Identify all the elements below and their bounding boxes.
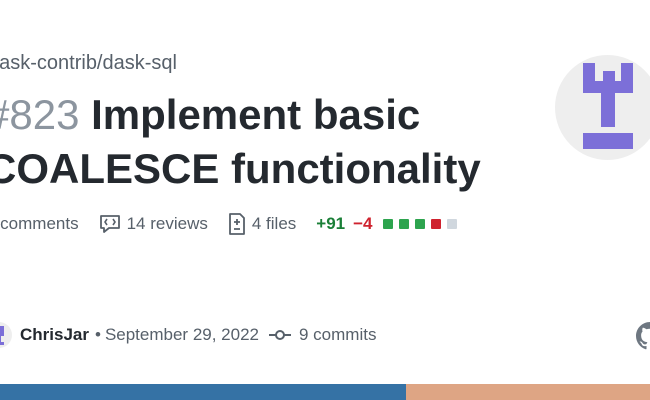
pr-title-line-1: #823 Implement basic [0,88,526,142]
deletions-count: −4 [353,214,373,233]
reviews-count: 14 reviews [126,214,208,233]
commits-count[interactable]: 9 commits [299,325,376,345]
language-segment [406,384,650,400]
language-bar [0,384,650,400]
separator: • [94,325,101,344]
diff-block [398,219,409,229]
avatar-icon [0,326,4,345]
repo-path[interactable]: dask-contrib/dask-sql [0,52,177,75]
language-segment [0,384,407,400]
diff-blocks [382,219,463,229]
dask-logo-graphic [583,63,633,149]
files-count: 4 files [251,214,297,233]
diff-block [446,219,457,229]
pr-title-text-1: Implement basic [91,91,421,138]
github-icon[interactable] [636,322,650,355]
comments-stat[interactable]: 4 comments [0,214,79,234]
file-diff-icon [228,213,245,235]
diff-block [382,219,393,229]
files-stat[interactable]: 4 files [228,213,296,235]
git-commit-icon [269,328,291,342]
diff-block [430,219,441,229]
pr-title: #823 Implement basic COALESCE functional… [0,88,526,196]
additions-count: +91 [316,214,346,233]
author-name[interactable]: ChrisJar [20,325,89,345]
pr-opengraph-card: dask-contrib/dask-sql #823 Implement bas… [0,0,650,400]
pr-date: September 29, 2022 [104,325,259,344]
avatar[interactable] [0,322,12,348]
pr-stats: 4 comments 14 reviews 4 files +91 −4 [0,213,463,235]
dask-logo-icon [555,55,650,160]
pr-title-line-2: COALESCE functionality [0,145,481,192]
pr-number[interactable]: #823 [0,91,79,138]
comments-count: 4 comments [0,214,79,233]
reviews-stat[interactable]: 14 reviews [99,214,208,234]
review-icon [99,215,120,233]
diff-block [414,219,425,229]
author-row: ChrisJar • September 29, 2022 9 commits [0,322,376,348]
